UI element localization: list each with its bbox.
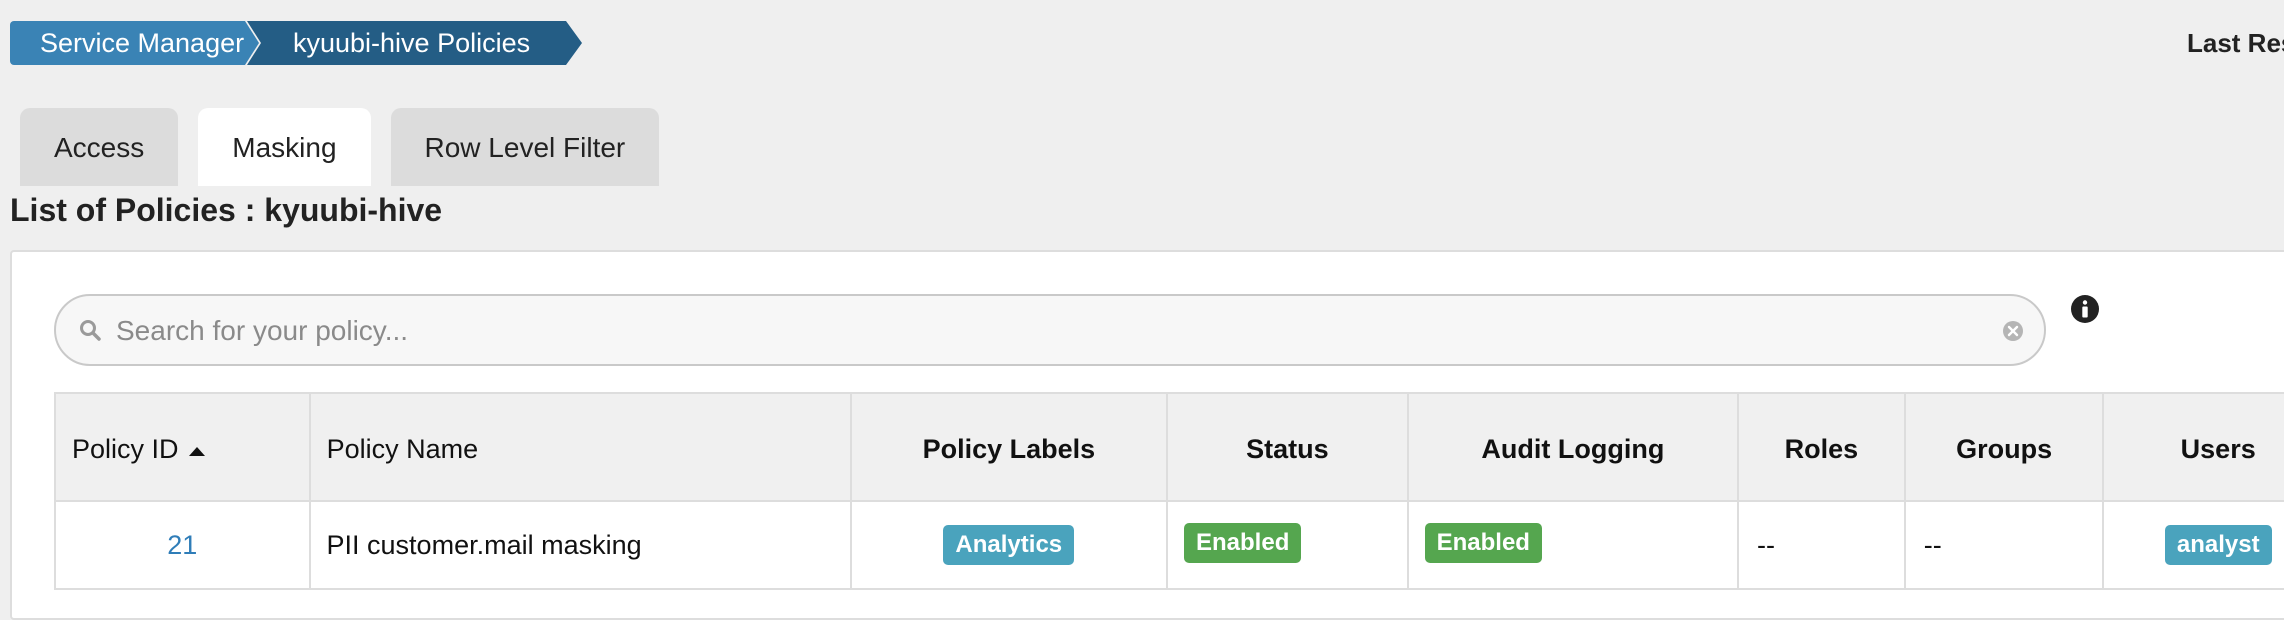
column-header-users: Users	[2104, 394, 2284, 500]
table-row: 21 PII customer.mail masking Analytics E…	[56, 502, 2284, 588]
column-header-roles: Roles	[1739, 394, 1906, 500]
breadcrumb-policies[interactable]: kyuubi-hive Policies	[247, 21, 582, 65]
tab-masking[interactable]: Masking	[198, 108, 371, 186]
tab-access[interactable]: Access	[20, 108, 179, 186]
user-badge: analyst	[2164, 525, 2272, 565]
policy-id-link[interactable]: 21	[167, 530, 197, 561]
status-badge: Enabled	[1184, 523, 1302, 563]
audit-logging-badge: Enabled	[1424, 523, 1542, 563]
page-title: List of Policies : kyuubi-hive	[10, 192, 443, 228]
policy-name-cell: PII customer.mail masking	[311, 502, 852, 588]
sort-ascending-icon	[188, 446, 205, 456]
column-header-label: Policy Name	[326, 433, 479, 464]
column-header-status: Status	[1168, 394, 1409, 500]
status-cell: Enabled	[1168, 502, 1409, 588]
column-header-label: Audit Logging	[1481, 433, 1665, 464]
column-header-label: Groups	[1956, 433, 2053, 464]
users-cell: analyst	[2104, 502, 2284, 588]
column-header-label: Users	[2180, 433, 2256, 464]
info-icon[interactable]	[2070, 294, 2100, 324]
search-input[interactable]	[114, 306, 1968, 356]
search-box[interactable]	[54, 294, 2046, 366]
column-header-label: Policy ID	[72, 433, 179, 464]
clear-icon[interactable]	[2002, 320, 2024, 342]
last-response-label: Last Res	[2187, 28, 2284, 58]
policy-labels-cell: Analytics	[852, 502, 1168, 588]
breadcrumb: Service Manager kyuubi-hive Policies	[10, 21, 582, 65]
audit-logging-cell: Enabled	[1409, 502, 1740, 588]
policy-table: Policy ID Policy Name Policy Labels Stat…	[54, 392, 2284, 590]
roles-value: --	[1757, 529, 1775, 560]
policy-type-tabs: Access Masking Row Level Filter	[20, 108, 660, 186]
table-header-row: Policy ID Policy Name Policy Labels Stat…	[56, 394, 2284, 502]
column-header-policy-labels: Policy Labels	[852, 394, 1169, 500]
column-header-label: Policy Labels	[922, 433, 1096, 464]
policy-name: PII customer.mail masking	[326, 529, 642, 560]
groups-value: --	[1923, 529, 1942, 560]
column-header-groups: Groups	[1906, 394, 2105, 500]
column-header-label: Roles	[1784, 433, 1859, 464]
tab-row-level-filter[interactable]: Row Level Filter	[390, 108, 660, 186]
breadcrumb-service-manager[interactable]: Service Manager	[10, 21, 259, 65]
policy-id-cell: 21	[56, 502, 311, 588]
policies-panel: Policy ID Policy Name Policy Labels Stat…	[10, 250, 2284, 620]
column-header-label: Status	[1246, 433, 1329, 464]
column-header-policy-id[interactable]: Policy ID	[56, 394, 311, 500]
search-icon	[80, 320, 101, 341]
roles-cell: --	[1739, 502, 1906, 588]
groups-cell: --	[1906, 502, 2105, 588]
policy-label-badge: Analytics	[943, 525, 1075, 565]
column-header-policy-name: Policy Name	[311, 394, 852, 500]
column-header-audit-logging: Audit Logging	[1409, 394, 1740, 500]
